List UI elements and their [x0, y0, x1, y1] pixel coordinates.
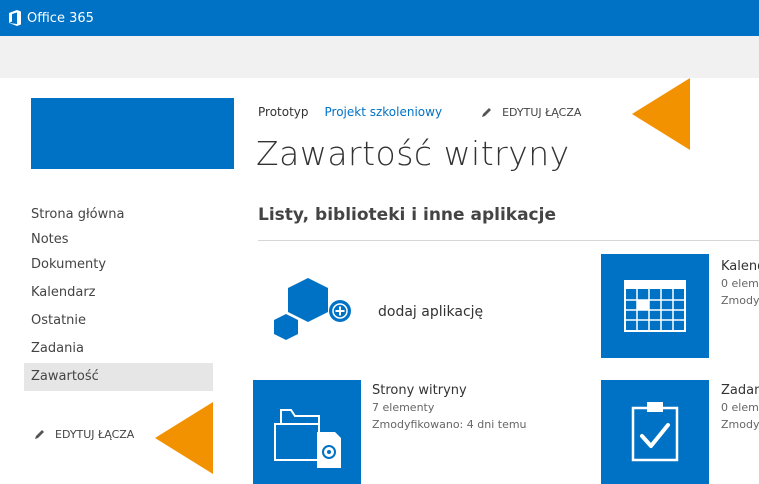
quick-launch: Strona główna Notes Dokumenty Kalendarz … — [24, 201, 213, 391]
suite-bar: Office 365 — [0, 0, 759, 36]
breadcrumb: Prototyp Projekt szkoleniowy EDYTUJ ŁĄCZ… — [258, 105, 581, 119]
section-heading: Listy, biblioteki i inne aplikacje — [258, 205, 556, 225]
tile-calendar-info: Kalend 0 elem Zmody — [721, 258, 759, 309]
command-bar — [0, 36, 759, 78]
nav-item-recent[interactable]: Ostatnie — [31, 307, 213, 335]
tile-site-pages-title[interactable]: Strony witryny — [372, 382, 527, 399]
site-logo[interactable] — [31, 98, 234, 169]
pencil-icon — [35, 430, 44, 439]
nav-item-documents[interactable]: Dokumenty — [31, 251, 213, 279]
tile-tasks-count: 0 elem — [721, 401, 759, 414]
breadcrumb-project-link[interactable]: Projekt szkoleniowy — [325, 105, 443, 119]
add-app-icon — [274, 278, 351, 340]
section-divider — [258, 240, 759, 241]
tasks-icon — [631, 402, 679, 462]
nav-item-site-contents[interactable]: Zawartość — [24, 363, 213, 391]
tile-calendar[interactable] — [601, 254, 709, 358]
brand-name: Office 365 — [27, 10, 94, 26]
callout-arrow-left — [155, 402, 213, 474]
breadcrumb-site[interactable]: Prototyp — [258, 105, 309, 119]
tile-calendar-count: 0 elem — [721, 277, 759, 290]
tile-site-pages-count: 7 elementy — [372, 401, 435, 414]
nav-item-tasks[interactable]: Zadania — [31, 335, 213, 363]
topnav-edit-links-label: EDYTUJ ŁĄCZA — [502, 105, 582, 119]
office365-logo[interactable]: Office 365 — [8, 8, 94, 28]
calendar-icon — [624, 280, 686, 332]
tile-tasks[interactable] — [601, 380, 709, 484]
pencil-icon — [482, 107, 492, 117]
topnav-edit-links[interactable]: EDYTUJ ŁĄCZA — [480, 106, 581, 119]
nav-item-home[interactable]: Strona główna — [31, 201, 213, 229]
nav-edit-links-label: EDYTUJ ŁĄCZA — [55, 428, 135, 441]
tile-site-pages[interactable] — [253, 380, 361, 484]
tile-calendar-title[interactable]: Kalend — [721, 258, 759, 275]
office-icon — [9, 10, 21, 26]
tile-site-pages-modified: Zmodyfikowano: 4 dni temu — [372, 418, 527, 431]
tile-tasks-info: Zadan 0 elem Zmody — [721, 382, 759, 433]
nav-item-calendar[interactable]: Kalendarz — [31, 279, 213, 307]
tile-tasks-title[interactable]: Zadan — [721, 382, 759, 399]
tile-calendar-modified: Zmody — [721, 294, 759, 307]
callout-arrow-top — [632, 78, 690, 150]
page-title: Zawartość witryny — [256, 134, 570, 173]
add-app-button[interactable]: dodaj aplikację — [268, 268, 528, 348]
add-app-label: dodaj aplikację — [378, 304, 484, 320]
tile-site-pages-info: Strony witryny 7 elementy Zmodyfikowano:… — [372, 382, 527, 433]
folder-pages-icon — [274, 409, 341, 468]
nav-edit-links[interactable]: EDYTUJ ŁĄCZA — [33, 428, 134, 441]
tile-tasks-modified: Zmody — [721, 418, 759, 431]
nav-item-notes[interactable]: Notes — [31, 229, 213, 251]
